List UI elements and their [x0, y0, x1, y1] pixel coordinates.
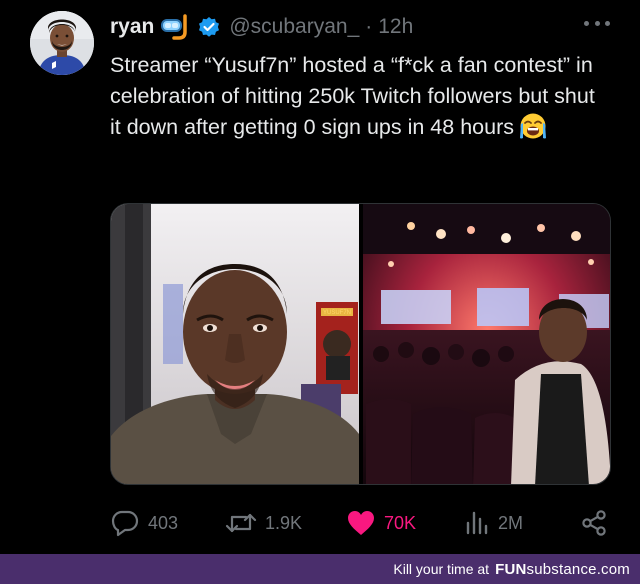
retweet-count: 1.9K — [265, 512, 303, 533]
more-dot — [594, 20, 600, 26]
site-footer-banner[interactable]: Kill your time at FUNsubstance.com — [0, 554, 640, 584]
poster-text: YUSUF7N — [323, 310, 351, 316]
share-icon — [582, 510, 606, 536]
tweet[interactable]: ryan @scubaryan_ · 12h Streamer “Yusuf7n… — [0, 0, 640, 554]
separator-dot: · — [365, 15, 373, 38]
reply-button[interactable]: 403 — [110, 508, 178, 538]
footer-brand-bold: FUN — [495, 560, 527, 578]
like-button[interactable]: 70K — [346, 508, 416, 538]
verified-badge-icon — [197, 15, 221, 39]
avatar[interactable] — [30, 11, 94, 75]
heart-filled-icon — [348, 511, 374, 535]
views-button[interactable]: 2M — [464, 508, 523, 538]
footer-brand-rest: substance.com — [526, 560, 630, 578]
selfie-photo: YUSUF7N — [111, 204, 359, 484]
reply-count: 403 — [148, 512, 179, 533]
tweet-header: ryan @scubaryan_ · 12h — [110, 12, 413, 42]
more-dot — [584, 20, 589, 26]
more-options-icon[interactable] — [584, 18, 610, 28]
diving-mask-snorkel-icon — [161, 14, 191, 40]
retweet-icon — [225, 513, 257, 533]
retweet-button[interactable]: 1.9K — [225, 508, 302, 538]
view-count: 2M — [498, 512, 524, 533]
footer-text: Kill your time at — [393, 561, 490, 577]
reply-icon — [111, 510, 139, 537]
display-name[interactable]: ryan — [110, 15, 154, 39]
timestamp[interactable]: 12h — [378, 15, 413, 39]
user-handle[interactable]: @scubaryan_ — [229, 15, 359, 39]
like-count: 70K — [384, 512, 417, 533]
more-dot — [605, 20, 610, 26]
views-bar-chart-icon — [466, 511, 488, 535]
funsubstance-link[interactable]: FUNsubstance.com — [495, 561, 630, 578]
tweet-actions: 403 1.9K 70K 2M — [110, 508, 610, 538]
crowd-at-event-photo — [363, 204, 610, 484]
share-button[interactable] — [580, 508, 608, 538]
loudly-crying-face-icon — [518, 112, 548, 149]
tweet-media[interactable]: YUSUF7N — [110, 203, 611, 485]
tweet-text: Streamer “Yusuf7n” hosted a “f*ck a fan … — [110, 50, 600, 149]
